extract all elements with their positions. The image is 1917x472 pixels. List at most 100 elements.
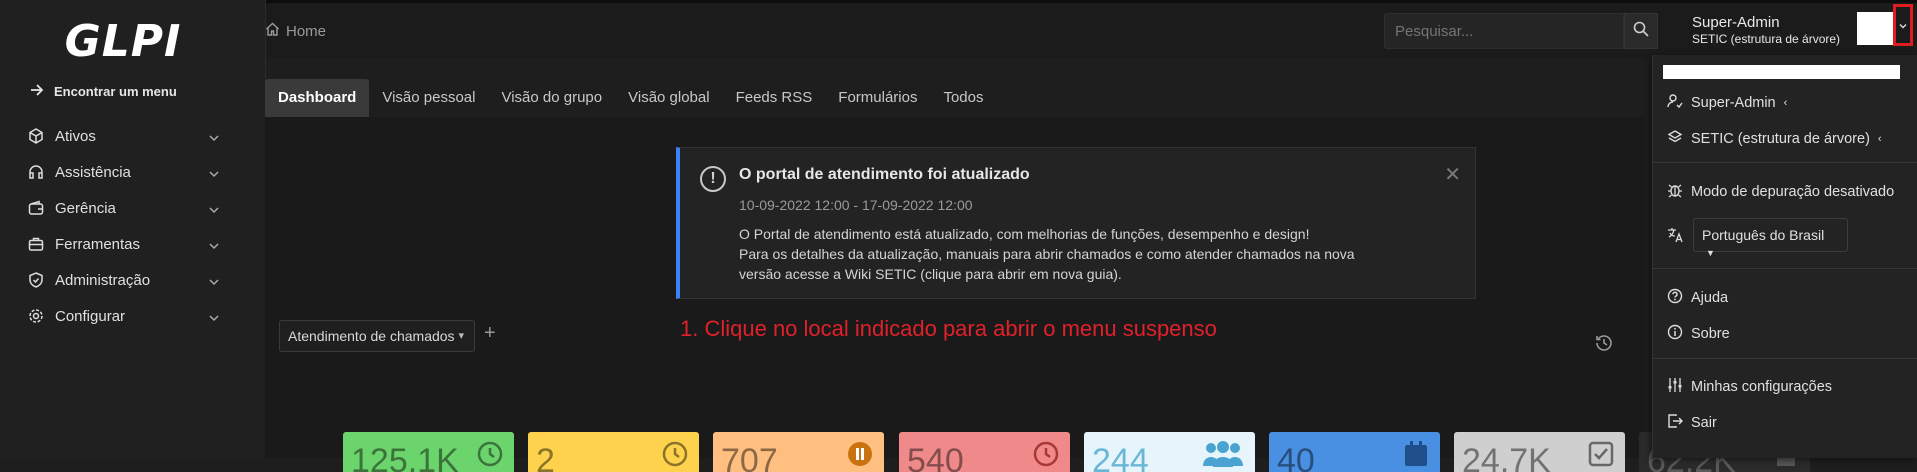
stat-value: 540 <box>907 442 964 472</box>
divider <box>1653 358 1917 359</box>
menu-item-label: Sobre <box>1691 326 1730 342</box>
pause-circle-icon <box>846 440 874 472</box>
menu-item-entity[interactable]: SETIC (estrutura de árvore) ‹ <box>1667 129 1882 149</box>
tab-dashboard[interactable]: Dashboard <box>265 79 370 117</box>
calendar-icon <box>1402 440 1430 472</box>
stat-card[interactable]: 40 <box>1269 432 1440 472</box>
stat-card[interactable]: 24.7K <box>1454 432 1625 472</box>
sidebar-item-configurar[interactable]: Configurar <box>0 298 265 334</box>
menu-item-label: Super-Admin <box>1691 95 1776 111</box>
menu-item-debug[interactable]: Modo de depuração desativado <box>1667 182 1894 202</box>
sidebar: GLPI Encontrar um menu Ativos Assistênci… <box>0 0 266 458</box>
layers-icon <box>1667 129 1683 149</box>
stat-card[interactable]: 125.1K <box>343 432 514 472</box>
bug-icon <box>1667 182 1683 202</box>
menu-item-logout[interactable]: Sair <box>1667 413 1717 433</box>
clock-icon <box>476 440 504 472</box>
user-menu-toggle[interactable] <box>1893 4 1913 46</box>
menu-item-about[interactable]: Sobre <box>1667 324 1730 344</box>
logout-icon <box>1667 413 1683 433</box>
tab-bar: Dashboard Visão pessoal Visão do grupo V… <box>265 79 1645 118</box>
tab-visao-pessoal[interactable]: Visão pessoal <box>369 79 488 117</box>
stat-card[interactable]: 707 <box>713 432 884 472</box>
breadcrumb[interactable]: Home <box>265 22 326 40</box>
sidebar-item-assistencia[interactable]: Assistência <box>0 154 265 190</box>
chevron-down-icon <box>209 201 219 218</box>
menu-item-settings[interactable]: Minhas configurações <box>1667 377 1832 397</box>
alert-line: O Portal de atendimento está atualizado,… <box>739 226 1310 242</box>
sidebar-item-label: Assistência <box>55 163 131 181</box>
chevron-left-icon: ‹ <box>1783 97 1788 109</box>
clock-icon <box>661 440 689 472</box>
stat-card[interactable]: 540 <box>899 432 1070 472</box>
tab-formularios[interactable]: Formulários <box>825 79 930 117</box>
cube-icon <box>28 128 44 144</box>
language-icon-wrap <box>1667 227 1683 247</box>
menu-item-label: Modo de depuração desativado <box>1691 184 1895 200</box>
menu-item-help[interactable]: Ajuda <box>1667 288 1728 308</box>
arrow-right-icon <box>30 84 44 99</box>
add-dashboard-button[interactable]: + <box>484 322 496 345</box>
avatar[interactable] <box>1857 12 1893 45</box>
language-select-value: Português do Brasil <box>1702 227 1825 243</box>
help-circle-icon <box>1667 288 1683 308</box>
menu-item-label: SETIC (estrutura de árvore) <box>1691 131 1870 147</box>
divider <box>1653 162 1917 163</box>
sidebar-item-label: Configurar <box>55 307 126 325</box>
user-name: Super-Admin <box>1692 14 1780 31</box>
divider <box>1653 268 1917 269</box>
sidebar-item-label: Administração <box>55 271 151 289</box>
chevron-down-icon <box>209 237 219 254</box>
glpi-logo[interactable]: GLPI <box>65 14 181 68</box>
chevron-down-icon <box>209 273 219 290</box>
sidebar-item-ativos[interactable]: Ativos <box>0 118 265 154</box>
sidebar-item-ferramentas[interactable]: Ferramentas <box>0 226 265 262</box>
find-menu-link[interactable]: Encontrar um menu <box>30 84 177 99</box>
search-button[interactable] <box>1624 13 1658 49</box>
translate-icon <box>1667 227 1683 247</box>
search-icon <box>1633 21 1649 42</box>
alert-body: O Portal de atendimento está atualizado,… <box>739 224 1439 284</box>
chevron-down-icon <box>209 129 219 146</box>
search-input[interactable] <box>1384 13 1624 49</box>
stat-value: 40 <box>1277 442 1315 472</box>
gear-icon <box>28 308 44 324</box>
chevron-left-icon: ‹ <box>1877 133 1882 145</box>
menu-item-label: Minhas configurações <box>1691 379 1833 395</box>
tab-todos[interactable]: Todos <box>930 79 996 117</box>
alert-date: 10-09-2022 12:00 - 17-09-2022 12:00 <box>739 197 973 213</box>
breadcrumb-home: Home <box>286 22 327 40</box>
logo-text: GLPI <box>64 15 182 67</box>
chevron-down-icon <box>1899 16 1907 34</box>
stat-card[interactable]: 2 <box>528 432 699 472</box>
sidebar-item-label: Ferramentas <box>55 235 141 253</box>
user-info[interactable]: Super-Admin SETIC (estrutura de árvore) <box>1692 14 1840 48</box>
tab-visao-global[interactable]: Visão global <box>615 79 722 117</box>
stat-value: 125.1K <box>351 442 459 472</box>
tab-feeds-rss[interactable]: Feeds RSS <box>723 79 826 117</box>
sliders-icon <box>1667 377 1683 397</box>
history-icon[interactable] <box>1594 333 1614 358</box>
close-icon[interactable]: ✕ <box>1444 162 1461 187</box>
sidebar-item-gerencia[interactable]: Gerência <box>0 190 265 226</box>
sidebar-item-administracao[interactable]: Administração <box>0 262 265 298</box>
sidebar-item-label: Gerência <box>55 199 116 217</box>
chevron-down-icon <box>209 309 219 326</box>
menu-item-profile[interactable]: Super-Admin ‹ <box>1667 93 1787 113</box>
alert-line[interactable]: versão acesse a Wiki SETIC (clique para … <box>739 264 1439 284</box>
wallet-icon <box>28 200 44 216</box>
update-alert: ! O portal de atendimento foi atualizado… <box>676 147 1476 299</box>
user-entity: SETIC (estrutura de árvore) <box>1692 32 1841 46</box>
chevron-down-icon <box>209 165 219 182</box>
clock-icon <box>1032 440 1060 472</box>
top-bar <box>266 0 1917 58</box>
instruction-text: 1. Clique no local indicado para abrir o… <box>680 316 1217 341</box>
stat-card[interactable]: 244 <box>1084 432 1255 472</box>
stat-value: 244 <box>1092 442 1149 472</box>
dashboard-select[interactable]: Atendimento de chamados ▾ <box>279 320 475 352</box>
briefcase-icon <box>28 236 44 252</box>
check-square-icon <box>1587 440 1615 472</box>
language-select[interactable]: Português do Brasil ▼ <box>1693 218 1848 258</box>
tab-visao-do-grupo[interactable]: Visão do grupo <box>488 79 615 117</box>
user-check-icon <box>1667 93 1683 113</box>
